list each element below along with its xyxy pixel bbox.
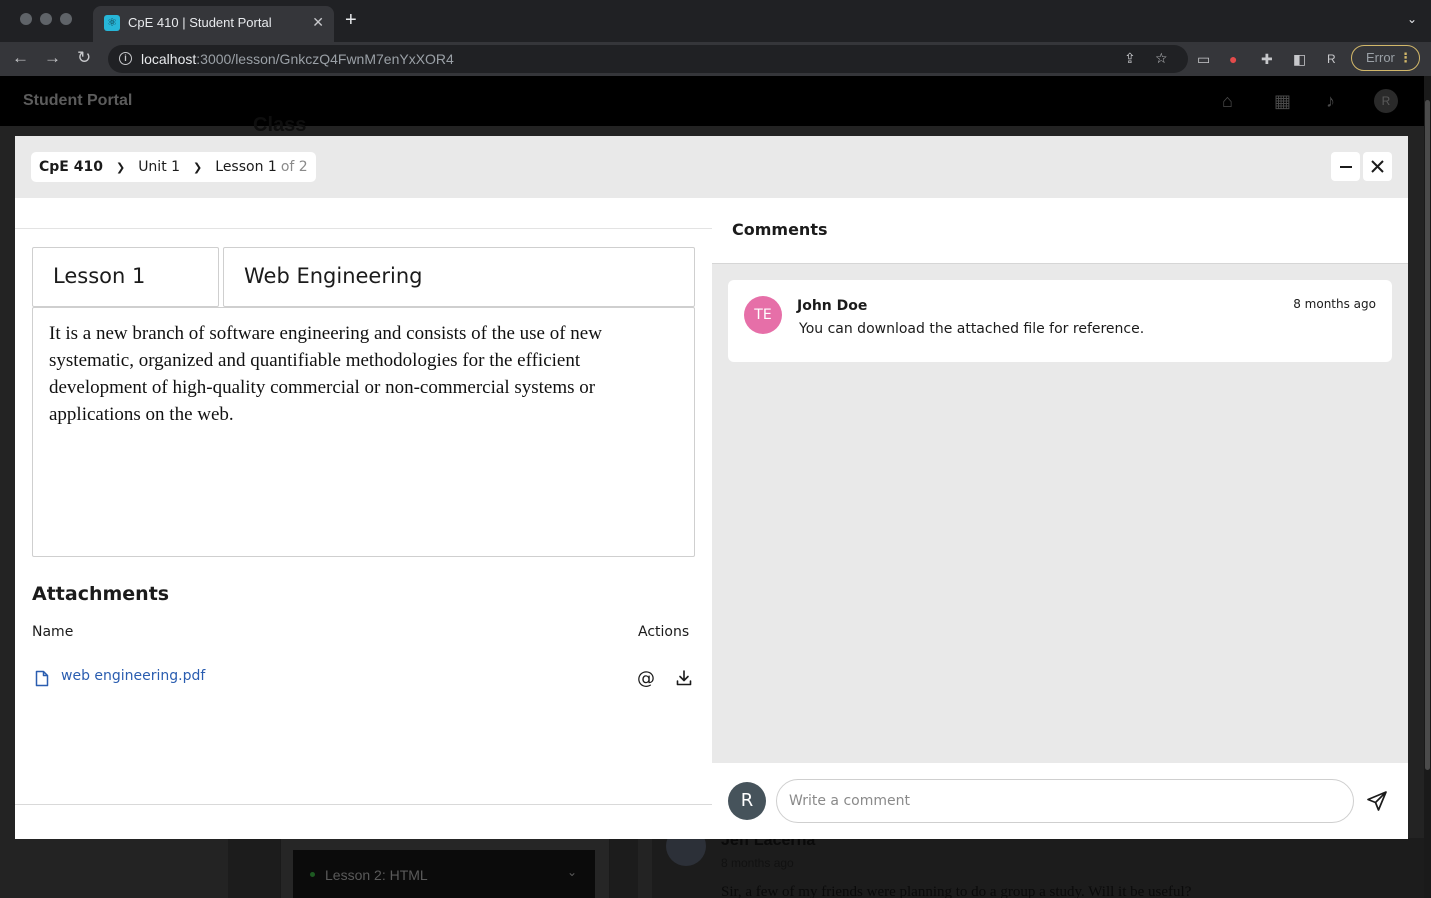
breadcrumb-unit[interactable]: Unit 1	[138, 159, 180, 175]
tab-search-chevron-icon[interactable]: ⌄	[1407, 12, 1417, 26]
address-bar[interactable]: i localhost:3000/lesson/GnkczQ4FwnM7enYx…	[108, 45, 1188, 73]
share-icon[interactable]: ⇪	[1124, 50, 1136, 67]
file-icon	[35, 670, 49, 687]
attachments-col-name: Name	[32, 624, 74, 640]
page-scrollbar-thumb[interactable]	[1425, 100, 1430, 770]
app-header: Student Portal ⌂ ▦ ♪ R	[0, 76, 1424, 126]
minimize-icon	[1339, 165, 1352, 168]
tab-close-icon[interactable]: ✕	[312, 14, 324, 31]
modal-header: CpE 410 ❯ Unit 1 ❯ Lesson 1 of 2	[15, 136, 1408, 198]
extension-screen-icon[interactable]: ▭	[1197, 51, 1210, 67]
error-label: Error	[1366, 50, 1395, 65]
window-zoom-dot[interactable]	[60, 13, 72, 25]
site-info-icon[interactable]: i	[119, 52, 132, 65]
background-lesson-label: Lesson 2: HTML	[325, 867, 428, 883]
chevron-down-icon[interactable]: ⌄	[567, 865, 577, 879]
send-icon	[1367, 791, 1387, 811]
lesson-content-pane: Lesson 1 Web Engineering It is a new bra…	[15, 198, 712, 805]
mention-attachment-button[interactable]: @	[635, 667, 657, 689]
browser-tab-active[interactable]: ⚛ CpE 410 | Student Portal ✕	[93, 6, 334, 42]
calendar-icon[interactable]: ▦	[1274, 91, 1291, 112]
browser-error-button[interactable]: Error ⋮	[1351, 45, 1420, 71]
user-avatar[interactable]: R	[1374, 89, 1398, 113]
react-favicon-icon: ⚛	[104, 15, 120, 31]
breadcrumb-course[interactable]: CpE 410	[39, 159, 103, 175]
kebab-menu-icon[interactable]: ⋮	[1399, 46, 1412, 70]
lesson-description-field[interactable]: It is a new branch of software engineeri…	[32, 307, 695, 557]
browser-tab-strip: ⚛ CpE 410 | Student Portal ✕ + ⌄	[0, 0, 1431, 42]
chevron-right-icon: ❯	[115, 160, 126, 174]
extension-bug-icon[interactable]: ●	[1229, 51, 1237, 67]
side-panel-icon[interactable]: ◧	[1293, 51, 1306, 67]
browser-toolbar: ← → ↻ i localhost:3000/lesson/GnkczQ4Fwn…	[0, 42, 1431, 76]
breadcrumb: CpE 410 ❯ Unit 1 ❯ Lesson 1 of 2	[31, 152, 316, 182]
lesson-title: Web Engineering	[244, 264, 423, 288]
at-sign-icon: @	[637, 667, 655, 689]
background-comment-text: Sir, a few of my friends were planning t…	[721, 884, 1192, 898]
comment-card: TE John Doe 8 months ago You can downloa…	[728, 280, 1392, 362]
send-comment-button[interactable]	[1365, 789, 1389, 813]
bookmark-star-icon[interactable]: ☆	[1155, 50, 1168, 67]
bell-icon[interactable]: ♪	[1326, 91, 1335, 112]
window-close-dot[interactable]	[20, 13, 32, 25]
profile-button[interactable]: R	[1327, 51, 1336, 67]
window-minimize-dot[interactable]	[40, 13, 52, 25]
tab-title: CpE 410 | Student Portal	[128, 15, 272, 30]
background-comment-time: 8 months ago	[721, 856, 794, 870]
lesson-label: Lesson 1	[53, 264, 146, 288]
comments-title: Comments	[732, 220, 828, 239]
lesson-label-field[interactable]: Lesson 1	[32, 247, 219, 307]
close-icon	[1371, 160, 1384, 173]
download-icon	[676, 670, 692, 686]
address-url[interactable]: localhost:3000/lesson/GnkczQ4FwnM7enYxXO…	[141, 51, 454, 67]
comments-header: Comments	[712, 198, 1408, 264]
comment-timestamp: 8 months ago	[1293, 297, 1376, 311]
close-button[interactable]	[1363, 152, 1392, 181]
attachment-row: web engineering.pdf @	[32, 662, 702, 694]
comment-composer: R	[712, 763, 1408, 839]
background-lesson-row[interactable]: Lesson 2: HTML ⌄	[293, 850, 595, 898]
download-attachment-button[interactable]	[673, 667, 695, 689]
extensions-icon[interactable]: ✚	[1261, 51, 1273, 67]
lesson-modal: CpE 410 ❯ Unit 1 ❯ Lesson 1 of 2 Lesson …	[15, 136, 1408, 839]
breadcrumb-lesson[interactable]: Lesson 1	[215, 159, 277, 175]
background-heading: Class	[253, 114, 307, 136]
lesson-description: It is a new branch of software engineeri…	[49, 323, 602, 425]
app-title[interactable]: Student Portal	[23, 92, 132, 110]
comments-pane: Comments TE John Doe 8 months ago You ca…	[712, 198, 1408, 839]
attachments-heading: Attachments	[32, 583, 170, 605]
breadcrumb-lesson-position: of 2	[280, 159, 308, 175]
comment-author: John Doe	[797, 298, 868, 314]
lesson-title-field[interactable]: Web Engineering	[223, 247, 695, 307]
attachment-file-link[interactable]: web engineering.pdf	[61, 668, 205, 684]
chevron-right-icon: ❯	[193, 160, 203, 174]
minimize-button[interactable]	[1331, 152, 1360, 181]
divider	[15, 228, 712, 229]
new-tab-icon[interactable]: +	[345, 10, 357, 30]
attachments-col-actions: Actions	[638, 624, 690, 640]
home-icon[interactable]: ⌂	[1222, 91, 1233, 112]
avatar: R	[728, 782, 766, 820]
comment-input[interactable]	[776, 779, 1354, 823]
reload-icon[interactable]: ↻	[77, 48, 91, 68]
avatar: TE	[744, 296, 782, 334]
back-icon[interactable]: ←	[12, 48, 29, 68]
forward-icon[interactable]: →	[44, 48, 61, 68]
comment-text: You can download the attached file for r…	[799, 321, 1145, 337]
status-dot	[310, 872, 315, 877]
